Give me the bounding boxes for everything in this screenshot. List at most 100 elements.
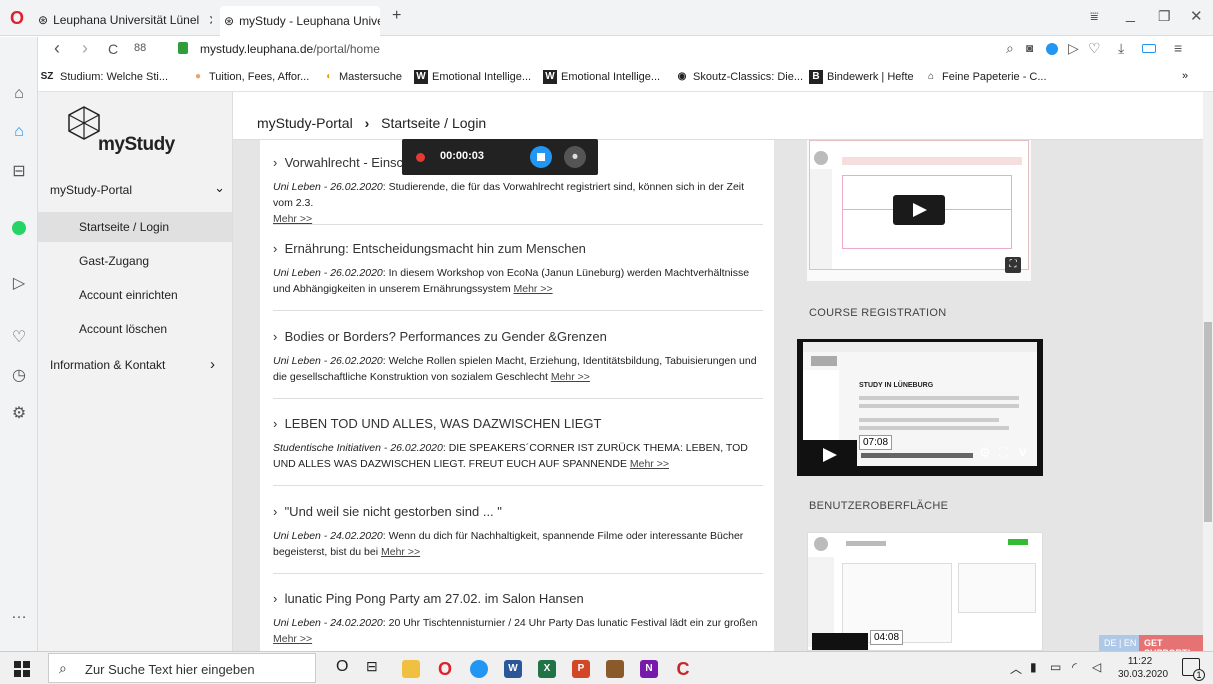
- tab-leuphana[interactable]: ⊛ Leuphana Universität Lünel ✕: [34, 8, 212, 32]
- briefcase-icon[interactable]: ⊟: [0, 161, 38, 181]
- volume-icon[interactable]: ◁: [1092, 660, 1101, 674]
- language-switcher[interactable]: DE | EN: [1099, 635, 1142, 651]
- whatsapp-icon[interactable]: [0, 221, 38, 240]
- news-title[interactable]: › LEBEN TOD UND ALLES, WAS DAZWISCHEN LI…: [273, 416, 763, 431]
- heart-icon[interactable]: ♡: [1088, 40, 1101, 57]
- more-link[interactable]: Mehr >>: [551, 371, 590, 383]
- taskbar-search[interactable]: ⌕ Zur Suche Text hier eingeben: [48, 653, 316, 683]
- bookmark-item[interactable]: ◉ Skoutz-Classics: Die...: [675, 70, 803, 84]
- bookmark-item[interactable]: ⌂ Feine Papeterie - C...: [924, 70, 1047, 84]
- stop-button[interactable]: [530, 146, 552, 168]
- sz-icon: SZ: [40, 71, 54, 82]
- w-icon: W: [543, 70, 557, 84]
- breadcrumb-separator: ›: [364, 115, 370, 131]
- main-content: › Vorwahlrecht - Einsc Uni Leben - 26.02…: [233, 140, 1203, 651]
- camera-icon[interactable]: ◙: [1026, 41, 1033, 55]
- sidebar-item-information[interactable]: Information & Kontakt ›: [50, 356, 225, 373]
- history-icon[interactable]: ◷: [0, 365, 38, 385]
- bookmarks-more[interactable]: »: [1182, 70, 1188, 82]
- page-scrollbar[interactable]: [1203, 92, 1213, 651]
- minimize-icon[interactable]: _: [1126, 6, 1135, 24]
- bookmark-item[interactable]: ◖ Mastersuche: [321, 70, 402, 84]
- vpn-shield-icon[interactable]: [1046, 43, 1058, 55]
- heart-icon[interactable]: ♡: [0, 327, 38, 347]
- powerpoint-icon[interactable]: P: [572, 660, 590, 678]
- close-icon[interactable]: ✕: [208, 12, 212, 29]
- battery-icon[interactable]: [1142, 44, 1156, 53]
- tab-mystudy[interactable]: ⊛ myStudy - Leuphana Unive ✕: [220, 6, 380, 36]
- tab-menu-icon[interactable]: ⩸: [1090, 8, 1099, 25]
- url-field[interactable]: mystudy.leuphana.de/portal/home: [200, 42, 380, 56]
- more-icon[interactable]: …: [0, 605, 38, 623]
- send-icon[interactable]: ▷: [1068, 40, 1079, 57]
- battery-icon[interactable]: ▭: [1050, 660, 1061, 674]
- opera-icon[interactable]: O: [436, 660, 454, 678]
- mystudy-logo[interactable]: myStudy: [68, 106, 198, 156]
- sidebar-item-account-loeschen[interactable]: Account löschen: [79, 322, 167, 336]
- lock-icon: [178, 42, 188, 54]
- speed-dial-button[interactable]: 88: [134, 42, 146, 54]
- home-icon[interactable]: ⌂: [0, 85, 38, 103]
- settings-icon[interactable]: ⚙: [0, 403, 38, 423]
- task-view-icon[interactable]: ⊟: [366, 658, 378, 675]
- chrome-icon[interactable]: [470, 660, 488, 678]
- play-button[interactable]: [893, 195, 945, 225]
- excel-icon[interactable]: X: [538, 660, 556, 678]
- news-title[interactable]: › Ernährung: Entscheidungsmacht hin zum …: [273, 241, 763, 256]
- fullscreen-icon[interactable]: ⛶: [999, 445, 1007, 460]
- wifi-icon[interactable]: ◜: [1072, 660, 1077, 674]
- video-player[interactable]: STUDY IN LÜNEBURG 07:08 ⚙ ⛶ v: [797, 339, 1043, 476]
- more-link[interactable]: Mehr >>: [273, 633, 312, 645]
- bookmark-item[interactable]: ● Tuition, Fees, Affor...: [191, 70, 309, 84]
- play-button[interactable]: [801, 440, 857, 470]
- news-title[interactable]: › Bodies or Borders? Performances zu Gen…: [273, 329, 763, 344]
- more-link[interactable]: Mehr >>: [381, 546, 420, 558]
- progress-bar[interactable]: [861, 453, 973, 458]
- bookmark-item[interactable]: W Emotional Intellige...: [543, 70, 660, 84]
- video-player[interactable]: ⛶: [807, 140, 1031, 281]
- onenote-icon[interactable]: N: [640, 660, 658, 678]
- reload-button[interactable]: C: [108, 41, 118, 57]
- mic-icon[interactable]: ▮: [1030, 660, 1037, 674]
- vimeo-icon[interactable]: v: [1019, 443, 1027, 459]
- back-button[interactable]: ‹: [54, 38, 60, 59]
- microphone-button[interactable]: ⏺: [564, 146, 586, 168]
- clock[interactable]: 11:22 30.03.2020: [1118, 655, 1168, 681]
- sidebar-item-portal[interactable]: myStudy-Portal ⌄: [50, 180, 225, 197]
- library-icon[interactable]: [606, 660, 624, 678]
- speed-dial-icon[interactable]: ⌂: [0, 123, 38, 141]
- news-title[interactable]: › "Und weil sie nicht gestorben sind ...…: [273, 504, 763, 519]
- more-link[interactable]: Mehr >>: [513, 283, 552, 295]
- bookmark-item[interactable]: W Emotional Intellige...: [414, 70, 531, 84]
- notification-icon[interactable]: 1: [1182, 658, 1205, 681]
- file-explorer-icon[interactable]: [402, 660, 420, 678]
- maximize-icon[interactable]: ❐: [1158, 8, 1171, 25]
- opera-logo-icon[interactable]: O: [10, 8, 24, 29]
- windows-start-icon[interactable]: [14, 661, 30, 677]
- scrollbar-thumb[interactable]: [1204, 322, 1212, 522]
- forward-button[interactable]: ›: [82, 38, 88, 59]
- download-icon[interactable]: ⤓: [1118, 40, 1124, 57]
- send-icon[interactable]: ▷: [0, 273, 38, 293]
- search-icon[interactable]: ⌕: [1006, 40, 1014, 57]
- more-link[interactable]: Mehr >>: [630, 458, 669, 470]
- new-tab-button[interactable]: +: [392, 7, 401, 25]
- sidebar-item-account-einrichten[interactable]: Account einrichten: [79, 288, 178, 302]
- get-support-button[interactable]: GET SUPPORT!: [1139, 635, 1203, 651]
- breadcrumb-portal[interactable]: myStudy-Portal: [257, 115, 353, 131]
- easy-setup-icon[interactable]: ≡: [1174, 40, 1182, 56]
- tray-chevron-icon[interactable]: ︿: [1010, 660, 1022, 677]
- settings-icon[interactable]: ⚙: [979, 445, 991, 461]
- word-icon[interactable]: W: [504, 660, 522, 678]
- video-player[interactable]: 04:08: [807, 532, 1043, 651]
- sidebar-item-gast[interactable]: Gast-Zugang: [79, 254, 149, 268]
- citavi-icon[interactable]: C: [674, 660, 692, 678]
- bookmark-item[interactable]: B Bindewerk | Hefte: [809, 70, 914, 84]
- play-button[interactable]: [812, 633, 868, 650]
- bookmark-item[interactable]: SZ Studium: Welche Sti...: [38, 70, 168, 84]
- cortana-icon[interactable]: O: [336, 658, 348, 676]
- news-title[interactable]: › lunatic Ping Pong Party am 27.02. im S…: [273, 591, 763, 606]
- fullscreen-icon[interactable]: ⛶: [1005, 257, 1021, 273]
- play-icon: [823, 448, 837, 462]
- window-close-icon[interactable]: ✕: [1190, 7, 1203, 25]
